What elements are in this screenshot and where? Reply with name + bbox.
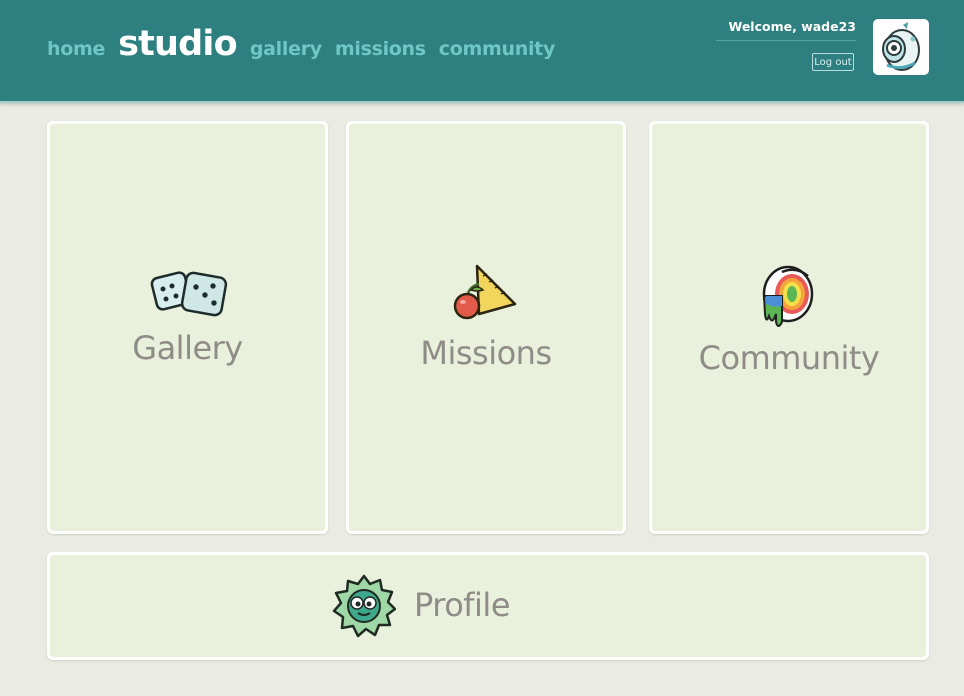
nav-community-link[interactable]: community (439, 38, 556, 60)
nav-home-link[interactable]: home (47, 38, 105, 60)
gallery-card-label: Gallery (132, 329, 243, 367)
nav-studio-link[interactable]: studio (118, 24, 238, 64)
logout-button[interactable]: Log out (812, 53, 854, 71)
missions-card-label: Missions (420, 334, 552, 372)
rainbow-paint-bucket-icon (756, 264, 820, 340)
dice-icon (150, 267, 232, 329)
community-card[interactable]: Community (649, 121, 929, 534)
user-avatar[interactable] (873, 19, 929, 75)
top-header-bar: home studio gallery missions community W… (0, 0, 964, 103)
profile-card-label: Profile (414, 586, 511, 624)
profile-card[interactable]: Profile (47, 552, 929, 660)
missions-card[interactable]: Missions (346, 121, 626, 534)
gallery-card[interactable]: Gallery (47, 121, 328, 534)
robot-avatar-icon (882, 22, 920, 71)
green-monster-icon (332, 574, 397, 642)
main-nav: home studio gallery missions community (47, 24, 555, 64)
cherry-and-ruler-icon (449, 262, 521, 330)
welcome-text: Welcome, wade23 (716, 19, 856, 41)
nav-gallery-link[interactable]: gallery (250, 38, 322, 60)
nav-missions-link[interactable]: missions (335, 38, 426, 60)
community-card-label: Community (698, 339, 880, 377)
